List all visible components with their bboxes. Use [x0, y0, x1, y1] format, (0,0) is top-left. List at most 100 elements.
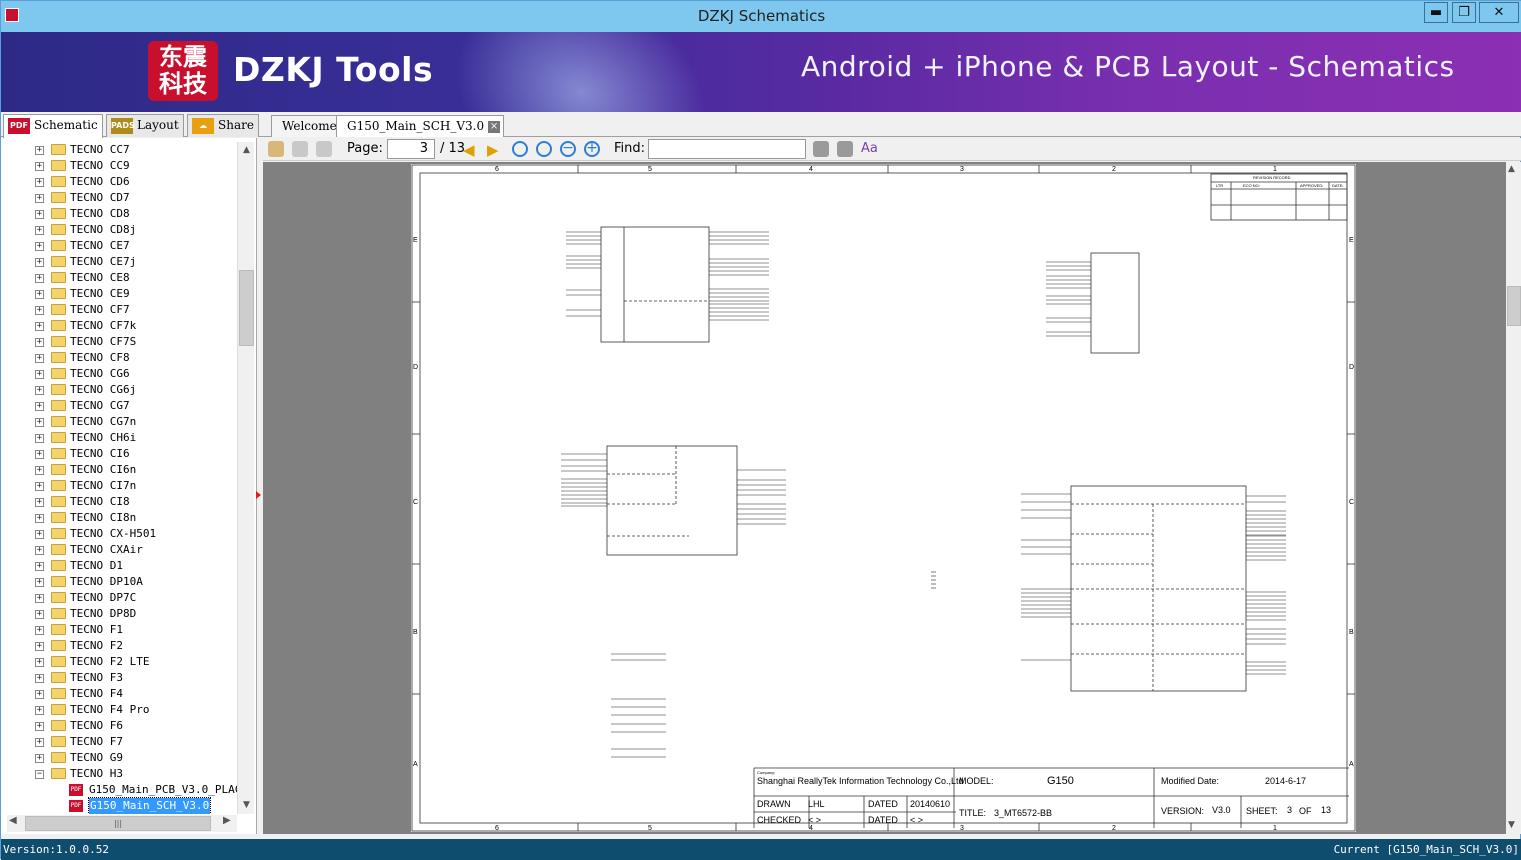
scroll-thumb[interactable] [239, 270, 254, 346]
collapse-icon[interactable]: − [35, 770, 44, 779]
expand-icon[interactable]: + [35, 674, 44, 683]
page-input[interactable]: 3 [387, 139, 435, 159]
viewer-scroll-down-icon[interactable]: ▼ [1508, 820, 1515, 830]
expand-icon[interactable]: + [35, 210, 44, 219]
h-scroll-thumb[interactable]: ||| [25, 816, 211, 831]
viewer-vertical-scrollbar[interactable]: ▲ ▼ [1506, 162, 1521, 834]
expand-icon[interactable]: + [35, 178, 44, 187]
find-input[interactable] [648, 139, 806, 159]
tab-schematic[interactable]: PDF Schematic [3, 114, 103, 138]
open-icon[interactable] [268, 141, 284, 157]
tree-folder-item[interactable]: + TECNO CXAir [1, 542, 237, 558]
tree-folder-item[interactable]: + TECNO F6 [1, 718, 237, 734]
expand-icon[interactable]: + [35, 690, 44, 699]
scroll-up-icon[interactable]: ▲ [238, 142, 255, 159]
tree-folder-item[interactable]: + TECNO CD7 [1, 190, 237, 206]
tree-folder-item[interactable]: + TECNO DP7C [1, 590, 237, 606]
pages-icon[interactable] [316, 141, 332, 157]
tree-folder-item[interactable]: + TECNO CF7 [1, 302, 237, 318]
expand-icon[interactable]: + [35, 498, 44, 507]
expand-icon[interactable]: + [35, 338, 44, 347]
splitter-arrow-icon[interactable] [256, 491, 261, 499]
tree-folder-item[interactable]: + TECNO CX-H501 [1, 526, 237, 542]
close-tab-icon[interactable]: × [488, 120, 501, 133]
expand-icon[interactable]: + [35, 194, 44, 203]
expand-icon[interactable]: + [35, 546, 44, 555]
tree-folder-item[interactable]: + TECNO CC7 [1, 142, 237, 158]
tree-folder-item[interactable]: + TECNO CD6 [1, 174, 237, 190]
tree-folder-item[interactable]: + TECNO CD8 [1, 206, 237, 222]
tab-layout[interactable]: PADS Layout [106, 114, 184, 137]
tree-folder-item[interactable]: + TECNO DP10A [1, 574, 237, 590]
expand-icon[interactable]: + [35, 626, 44, 635]
expand-icon[interactable]: + [35, 258, 44, 267]
expand-icon[interactable]: + [35, 658, 44, 667]
expand-icon[interactable]: + [35, 354, 44, 363]
tab-share[interactable]: ☁ Share [187, 114, 259, 137]
expand-icon[interactable]: + [35, 162, 44, 171]
tree-file-item[interactable]: PDF G150_Main_PCB_V3.0_PLACEM [1, 782, 237, 798]
tree-folder-item[interactable]: + TECNO F4 Pro [1, 702, 237, 718]
tree-folder-item[interactable]: + TECNO CE7j [1, 254, 237, 270]
zoom-in-icon[interactable]: + [584, 141, 600, 157]
find-prev-icon[interactable] [813, 141, 829, 157]
tree-folder-item[interactable]: + TECNO CI8n [1, 510, 237, 526]
tree-folder-item[interactable]: + TECNO D1 [1, 558, 237, 574]
expand-icon[interactable]: + [35, 594, 44, 603]
viewer-scroll-up-icon[interactable]: ▲ [1508, 164, 1515, 174]
tree-folder-item[interactable]: + TECNO CF8 [1, 350, 237, 366]
tree-folder-item[interactable]: + TECNO CF7S [1, 334, 237, 350]
expand-icon[interactable]: + [35, 306, 44, 315]
scroll-right-icon[interactable]: ▶ [223, 815, 231, 826]
expand-icon[interactable]: + [35, 578, 44, 587]
tree-folder-item[interactable]: + TECNO CE9 [1, 286, 237, 302]
pdf-viewer[interactable]: 6 5 4 3 2 1 6 5 4 3 2 1 E D C B A E D C … [263, 162, 1508, 834]
tree-folder-item[interactable]: + TECNO CF7k [1, 318, 237, 334]
expand-icon[interactable]: + [35, 530, 44, 539]
expand-icon[interactable]: + [35, 706, 44, 715]
fit-page-icon[interactable] [536, 141, 552, 157]
expand-icon[interactable]: + [35, 722, 44, 731]
fit-width-icon[interactable] [512, 141, 528, 157]
scroll-down-icon[interactable]: ▼ [238, 797, 255, 814]
tree-folder-item[interactable]: + TECNO CG6j [1, 382, 237, 398]
scroll-left-icon[interactable]: ◀ [9, 815, 17, 826]
find-next-icon[interactable] [837, 141, 853, 157]
tree-folder-item[interactable]: + TECNO CG7 [1, 398, 237, 414]
tree-folder-item[interactable]: + TECNO CC9 [1, 158, 237, 174]
tree-horizontal-scrollbar[interactable]: ◀ ||| ▶ [7, 815, 237, 832]
expand-icon[interactable]: + [35, 386, 44, 395]
tree-folder-item[interactable]: + TECNO CI8 [1, 494, 237, 510]
expand-icon[interactable]: + [35, 738, 44, 747]
viewer-scroll-thumb[interactable] [1507, 286, 1521, 326]
expand-icon[interactable]: + [35, 290, 44, 299]
expand-icon[interactable]: + [35, 466, 44, 475]
tree-folder-item[interactable]: + TECNO G9 [1, 750, 237, 766]
tree-folder-item[interactable]: + TECNO CG7n [1, 414, 237, 430]
prev-page-icon[interactable]: ◀ [463, 141, 479, 159]
expand-icon[interactable]: + [35, 434, 44, 443]
tree-folder-item[interactable]: + TECNO DP8D [1, 606, 237, 622]
expand-icon[interactable]: + [35, 562, 44, 571]
next-page-icon[interactable]: ▶ [487, 141, 503, 159]
tree-folder-item[interactable]: + TECNO CD8j [1, 222, 237, 238]
expand-icon[interactable]: + [35, 146, 44, 155]
match-case-icon[interactable]: Aa [861, 141, 878, 157]
expand-icon[interactable]: + [35, 418, 44, 427]
tree-folder-item[interactable]: + TECNO CI6n [1, 462, 237, 478]
copy-icon[interactable] [292, 141, 308, 157]
tree-folder-item[interactable]: + TECNO F1 [1, 622, 237, 638]
expand-icon[interactable]: + [35, 274, 44, 283]
expand-icon[interactable]: + [35, 402, 44, 411]
tab-g150-sch[interactable]: G150_Main_SCH_V3.0 × [336, 115, 505, 137]
tree-file-item[interactable]: PDF G150_Main_SCH_V3.0 [1, 797, 237, 814]
expand-icon[interactable]: + [35, 610, 44, 619]
expand-icon[interactable]: + [35, 242, 44, 251]
close-button[interactable]: ✕ [1479, 2, 1519, 23]
tree-folder-item[interactable]: − TECNO H3 [1, 766, 237, 782]
tree-folder-item[interactable]: + TECNO F7 [1, 734, 237, 750]
minimize-button[interactable]: ▬ [1424, 2, 1448, 23]
expand-icon[interactable]: + [35, 642, 44, 651]
maximize-button[interactable]: ❐ [1452, 2, 1476, 23]
tree-vertical-scrollbar[interactable]: ▲ ▼ [237, 142, 254, 814]
